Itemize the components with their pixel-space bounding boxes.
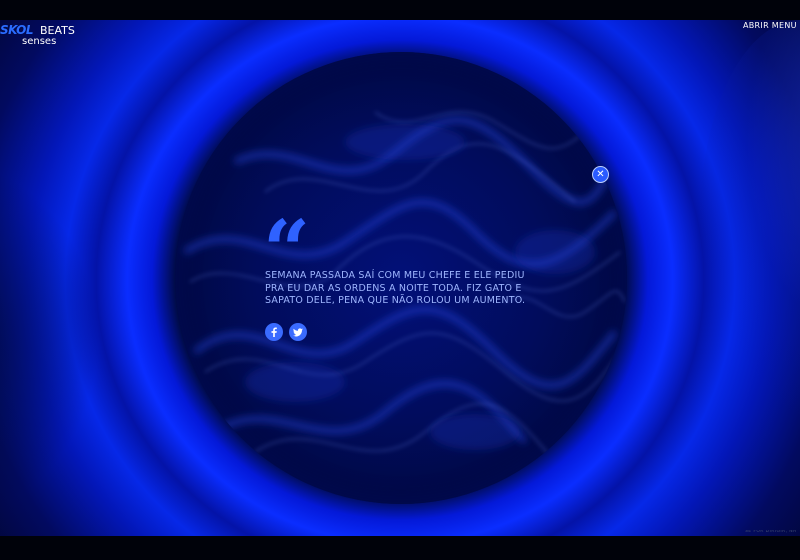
logo-skol-text: SKOL xyxy=(0,23,34,37)
facebook-icon xyxy=(271,327,277,337)
quote-mark-icon: “ xyxy=(263,203,310,299)
twitter-icon xyxy=(293,327,303,336)
shadow-halo xyxy=(0,160,100,520)
logo-senses-text: senses xyxy=(22,36,57,47)
top-bar xyxy=(0,0,800,20)
light-halo xyxy=(700,20,800,420)
close-icon[interactable]: ✕ xyxy=(592,166,609,183)
facebook-share-button[interactable] xyxy=(265,323,283,341)
twitter-share-button[interactable] xyxy=(289,323,307,341)
bottom-bar xyxy=(0,536,800,560)
logo-beats-text: BEATS xyxy=(40,24,75,37)
share-buttons xyxy=(265,323,307,341)
footer-disclaimer: SE FOR DIRIGIR, NÃ xyxy=(745,530,797,534)
open-menu-button[interactable]: ABRIR MENU xyxy=(743,22,797,30)
brand-logo[interactable]: SKOL BEATS senses xyxy=(0,22,80,52)
quote-text: SEMANA PASSADA SAÍ COM MEU CHEFE E ELE P… xyxy=(265,270,526,306)
